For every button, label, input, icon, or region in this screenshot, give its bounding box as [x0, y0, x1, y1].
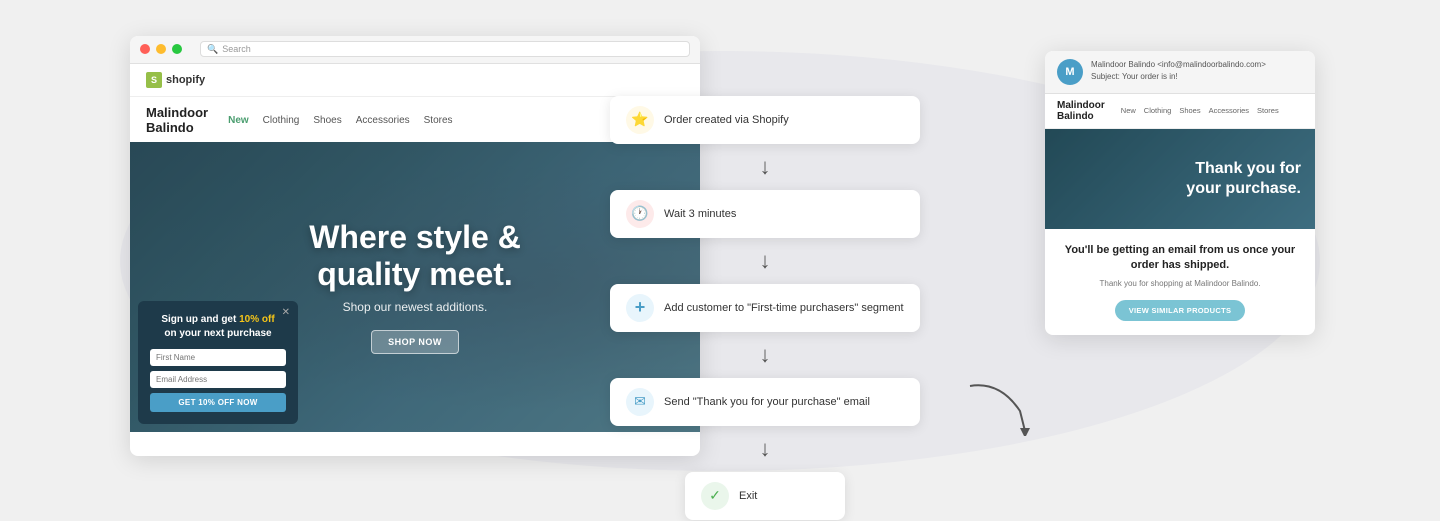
store-nav-links: New Clothing Shoes Accessories Stores — [228, 115, 629, 126]
email-nav-shoes: Shoes — [1179, 106, 1200, 115]
email-sender: Malindoor Balindo <info@malindoorbalindo… — [1091, 59, 1266, 71]
store-brand-name: MalindoorBalindo — [146, 105, 208, 136]
email-flow-icon: ✉ — [626, 388, 654, 416]
email-nav-clothing: Clothing — [1144, 106, 1172, 115]
segment-icon: + — [626, 294, 654, 322]
email-brand: MalindoorBalindo — [1057, 100, 1105, 122]
flow-arrow-1: ↓ — [760, 156, 771, 178]
shop-now-button[interactable]: SHOP NOW — [371, 330, 459, 354]
shopify-label: shopify — [166, 74, 205, 86]
flow-card-segment: + Add customer to "First-time purchasers… — [610, 284, 920, 332]
close-dot[interactable] — [140, 44, 150, 54]
signup-popup: ✕ Sign up and get 10% offon your next pu… — [138, 301, 298, 424]
nav-link-accessories[interactable]: Accessories — [356, 115, 410, 126]
shopify-logo: S shopify — [146, 72, 205, 88]
popup-close-button[interactable]: ✕ — [282, 307, 290, 318]
email-hero: Thank you foryour purchase. — [1045, 129, 1315, 229]
discount-highlight: 10% off — [239, 314, 275, 325]
popup-title: Sign up and get 10% offon your next purc… — [150, 313, 286, 341]
nav-link-shoes[interactable]: Shoes — [313, 115, 341, 126]
maximize-dot[interactable] — [172, 44, 182, 54]
email-flow-label: Send "Thank you for your purchase" email — [664, 396, 870, 408]
email-body-sub: Thank you for shopping at Malindoor Bali… — [1061, 279, 1299, 288]
view-similar-button[interactable]: VIEW SIMILAR PRODUCTS — [1115, 300, 1246, 321]
email-chrome: M Malindoor Balindo <info@malindoorbalin… — [1045, 51, 1315, 94]
nav-link-new[interactable]: New — [228, 115, 249, 126]
segment-label: Add customer to "First-time purchasers" … — [664, 302, 904, 314]
exit-icon: ✓ — [701, 482, 729, 510]
exit-label: Exit — [739, 490, 757, 502]
flow-card-email: ✉ Send "Thank you for your purchase" ema… — [610, 378, 920, 426]
flow-card-order-created: ⭐ Order created via Shopify — [610, 96, 920, 144]
window-chrome: 🔍 Search — [130, 36, 700, 64]
email-meta: Malindoor Balindo <info@malindoorbalindo… — [1091, 59, 1266, 83]
email-hero-text: Thank you foryour purchase. — [1045, 129, 1315, 229]
email-nav-new: New — [1121, 106, 1136, 115]
email-window: M Malindoor Balindo <info@malindoorbalin… — [1045, 51, 1315, 336]
nav-link-clothing[interactable]: Clothing — [263, 115, 300, 126]
scene-container: 🔍 Search S shopify MalindoorBalindo New … — [70, 16, 1370, 506]
flow-card-wait: 🕐 Wait 3 minutes — [610, 190, 920, 238]
email-nav-stores: Stores — [1257, 106, 1279, 115]
order-icon: ⭐ — [626, 106, 654, 134]
wait-label: Wait 3 minutes — [664, 208, 736, 220]
email-body-title: You'll be getting an email from us once … — [1061, 243, 1299, 274]
first-name-input[interactable] — [150, 349, 286, 366]
minimize-dot[interactable] — [156, 44, 166, 54]
flow-arrow-4: ↓ — [760, 438, 771, 460]
popup-cta-button[interactable]: GET 10% OFF NOW — [150, 393, 286, 412]
email-navlinks: New Clothing Shoes Accessories Stores — [1121, 106, 1279, 115]
search-icon: 🔍 — [207, 44, 218, 55]
email-subject: Subject: Your order is in! — [1091, 71, 1266, 83]
email-nav-accessories: Accessories — [1209, 106, 1249, 115]
flow-arrow-2: ↓ — [760, 250, 771, 272]
email-body: You'll be getting an email from us once … — [1045, 229, 1315, 336]
address-bar: 🔍 Search — [200, 41, 690, 57]
hero-title: Where style &quality meet. — [309, 219, 521, 293]
wait-icon: 🕐 — [626, 200, 654, 228]
flow-arrow-3: ↓ — [760, 344, 771, 366]
right-curved-arrow — [960, 376, 1040, 436]
order-label: Order created via Shopify — [664, 114, 789, 126]
search-text: Search — [222, 44, 251, 54]
email-input[interactable] — [150, 371, 286, 388]
email-nav: MalindoorBalindo New Clothing Shoes Acce… — [1045, 94, 1315, 129]
shopify-icon: S — [146, 72, 162, 88]
nav-link-stores[interactable]: Stores — [424, 115, 453, 126]
flow-card-exit: ✓ Exit — [685, 472, 845, 520]
automation-flow-panel: ⭐ Order created via Shopify ↓ 🕐 Wait 3 m… — [610, 96, 920, 520]
shopify-header: S shopify — [130, 64, 700, 97]
email-avatar: M — [1057, 59, 1083, 85]
hero-subtitle: Shop our newest additions. — [343, 300, 488, 314]
